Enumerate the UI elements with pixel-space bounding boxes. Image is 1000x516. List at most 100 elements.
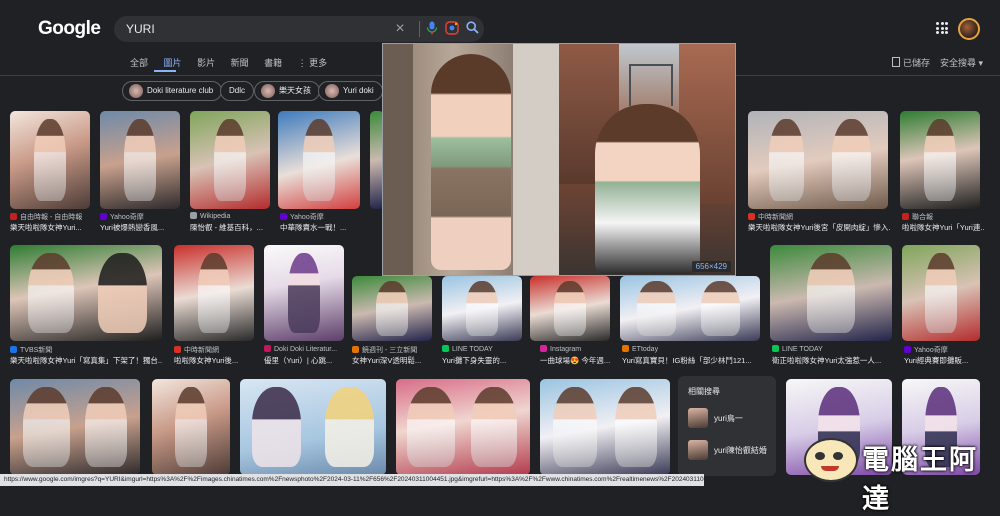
result-source: Doki Doki Literatur...	[264, 345, 337, 353]
source-favicon-icon	[902, 213, 909, 220]
result-caption[interactable]: Yuri寫真寶貝！IG粉絲「部少林鬥121...	[622, 355, 758, 366]
result-caption[interactable]: 優里（Yuri）| 心跳...	[264, 355, 346, 366]
result-caption[interactable]: 樂天啦啦隊女神Yuri後宮「皮開肉綻」慘入...	[748, 222, 890, 233]
related-thumbnail	[688, 408, 708, 428]
source-favicon-icon	[174, 346, 181, 353]
result-source: ETtoday	[622, 345, 658, 353]
result-caption[interactable]: 樂天啦啦隊女神Yuri...	[10, 222, 94, 233]
watermark-mascot-icon	[804, 438, 858, 482]
apps-grid-icon[interactable]	[936, 22, 948, 34]
source-favicon-icon	[100, 213, 107, 220]
bookmark-icon	[892, 57, 900, 67]
chip-thumbnail	[261, 83, 275, 98]
source-favicon-icon	[352, 346, 359, 353]
image-result[interactable]	[900, 111, 980, 209]
image-result[interactable]	[174, 245, 254, 341]
source-favicon-icon	[622, 345, 629, 352]
image-result[interactable]	[152, 379, 230, 475]
safe-search-button[interactable]: 安全搜尋 ▾	[940, 56, 983, 69]
tab-all[interactable]: 全部	[130, 58, 148, 68]
image-result[interactable]	[10, 111, 90, 209]
source-favicon-icon	[904, 346, 911, 353]
saved-label: 已儲存	[903, 58, 931, 68]
source-favicon-icon	[442, 345, 449, 352]
related-searches-panel: 相關搜尋 yuri鳥一 yuri陳怡叡結婚	[678, 376, 776, 476]
related-item[interactable]: yuri陳怡叡結婚	[684, 438, 770, 462]
result-caption[interactable]: Yuri經典賽即攤販...	[904, 355, 986, 366]
image-result[interactable]	[442, 276, 522, 341]
result-caption[interactable]: 女神Yuri深V透明鬆...	[352, 355, 436, 366]
google-logo[interactable]: Google	[38, 18, 101, 40]
image-hover-preview[interactable]: 656×429	[382, 43, 736, 276]
image-result[interactable]	[396, 379, 530, 475]
image-result[interactable]	[10, 379, 140, 475]
image-result[interactable]	[240, 379, 386, 475]
chip-doki-literature-club[interactable]: Doki literature club	[122, 81, 223, 101]
chip-ddlc[interactable]: Ddlc	[220, 81, 255, 101]
search-divider	[419, 21, 420, 37]
tab-books[interactable]: 書籍	[264, 58, 282, 68]
result-source: 中時新聞網	[748, 212, 793, 222]
search-icon[interactable]	[464, 21, 480, 37]
related-label: yuri陳怡叡結婚	[714, 446, 767, 455]
image-result[interactable]	[10, 245, 162, 341]
result-caption[interactable]: 啦啦隊女神Yuri「Yuri連...	[902, 222, 984, 233]
chip-label: Yuri doki	[343, 86, 374, 95]
result-source: Yahoo奇摩	[100, 212, 144, 222]
search-bar[interactable]: YURI ×	[114, 16, 484, 42]
result-source: 鏡週刊 - 三立新聞	[352, 345, 417, 355]
image-result[interactable]	[530, 276, 610, 341]
image-result[interactable]	[190, 111, 270, 209]
image-result[interactable]	[540, 379, 670, 475]
link-status-bar: https://www.google.com/imgres?q=YURI&img…	[0, 474, 704, 486]
result-caption[interactable]: 衛正啦啦隊女神Yuri太強惹一人...	[772, 355, 896, 366]
result-source: Instagram	[540, 345, 581, 353]
source-favicon-icon	[10, 213, 17, 220]
result-source: LINE TODAY	[442, 345, 493, 353]
result-caption[interactable]: 一曲球場😍 今年週...	[540, 355, 620, 366]
result-source: Yahoo奇摩	[904, 345, 948, 355]
chip-thumbnail	[129, 83, 143, 98]
clear-icon[interactable]: ×	[392, 21, 408, 37]
result-caption[interactable]: 中華隊賣水一戰！...	[280, 222, 364, 233]
result-caption[interactable]: 陳怡叡 - 維基百科，...	[190, 222, 274, 233]
result-source: 聯合報	[902, 212, 933, 222]
tab-news[interactable]: 新聞	[231, 58, 249, 68]
image-result[interactable]	[770, 245, 892, 341]
result-caption[interactable]: Yuri攤下身失靈的...	[442, 355, 524, 366]
result-caption[interactable]: 樂天啦啦隊女神Yuri「寫真集」下架了！獨台...	[10, 355, 162, 366]
image-result[interactable]	[264, 245, 344, 341]
mic-icon[interactable]	[424, 21, 440, 37]
chip-rakuten-girls[interactable]: 樂天女孩	[254, 81, 320, 101]
watermark-text: 電腦王阿達	[862, 445, 978, 514]
tab-images[interactable]: 圖片	[164, 58, 182, 68]
related-label: yuri鳥一	[714, 414, 743, 423]
avatar[interactable]	[958, 18, 980, 40]
image-result[interactable]	[352, 276, 432, 341]
result-caption[interactable]: 啦啦隊女神Yuri後...	[174, 355, 256, 366]
image-result[interactable]	[748, 111, 888, 209]
search-input[interactable]: YURI	[126, 22, 155, 36]
result-source: LINE TODAY	[772, 345, 823, 353]
saved-button[interactable]: 已儲存	[892, 56, 930, 69]
related-item[interactable]: yuri鳥一	[684, 406, 770, 430]
source-favicon-icon	[10, 346, 17, 353]
chip-yuri-doki[interactable]: Yuri doki	[318, 81, 383, 101]
source-favicon-icon	[748, 213, 755, 220]
lens-icon[interactable]	[444, 21, 460, 37]
chip-label: Ddlc	[229, 86, 246, 95]
result-source: Wikipedia	[190, 212, 230, 220]
image-size-label: 656×429	[691, 261, 731, 272]
result-caption[interactable]: Yuri被爆熱戀香風...	[100, 222, 182, 233]
image-result[interactable]	[100, 111, 180, 209]
image-result[interactable]	[278, 111, 360, 209]
image-result[interactable]	[902, 245, 980, 341]
watermark-logo: 電腦王阿達	[800, 434, 998, 514]
related-thumbnail	[688, 440, 708, 460]
tab-more[interactable]: ⋮ 更多	[298, 58, 328, 68]
tab-videos[interactable]: 影片	[197, 58, 215, 68]
result-source: Yahoo奇摩	[280, 212, 324, 222]
image-result[interactable]	[620, 276, 760, 341]
source-favicon-icon	[264, 345, 271, 352]
active-tab-indicator	[154, 70, 176, 72]
